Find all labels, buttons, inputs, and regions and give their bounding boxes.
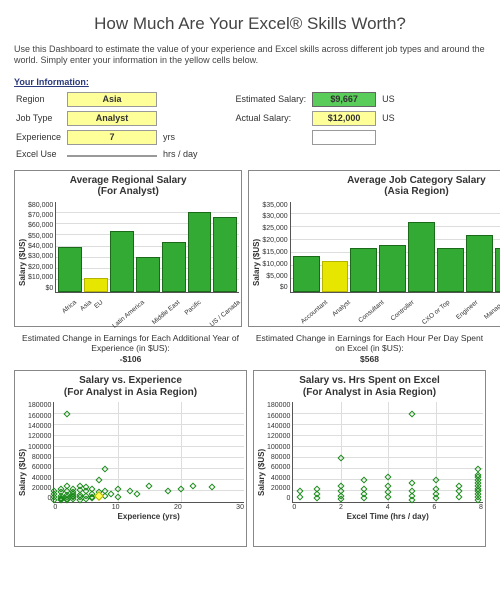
data-point <box>133 491 140 498</box>
bar <box>495 248 500 292</box>
intro-text: Use this Dashboard to estimate the value… <box>14 44 486 67</box>
scatter-exp-ylabel: Salary ($US) <box>17 402 28 542</box>
bar <box>350 248 377 292</box>
exceluse-unit: hrs / day <box>163 148 202 160</box>
bar <box>188 212 212 292</box>
chart-salary-vs-experience: Salary vs. Experience (For Analyst in As… <box>14 370 247 547</box>
chart-salary-vs-excel: Salary vs. Hrs Spent on Excel (For Analy… <box>253 370 486 547</box>
data-point <box>456 493 463 500</box>
exp-delta-note: Estimated Change in Earnings for Each Ad… <box>14 333 247 365</box>
data-point <box>114 493 121 500</box>
act-salary-input[interactable]: $12,000 <box>312 111 376 126</box>
blank-cell[interactable] <box>312 130 376 145</box>
scatter-exp-title-2: (For Analyst in Asia Region) <box>17 387 244 399</box>
data-point <box>432 477 439 484</box>
data-point <box>408 410 415 417</box>
chart-regional-ylabel: Salary ($US) <box>17 202 28 322</box>
experience-unit: yrs <box>163 129 202 146</box>
bar <box>466 235 493 292</box>
data-point <box>146 482 153 489</box>
bar <box>58 247 82 292</box>
chart-regional-title-1: Average Regional Salary <box>17 175 239 187</box>
chart-regional-salary: Average Regional Salary (For Analyst) Sa… <box>14 170 242 327</box>
bar <box>110 231 134 292</box>
jobtype-label: Job Type <box>16 110 65 127</box>
exceluse-label: Excel Use <box>16 148 65 160</box>
chart-jobcat-salary: Average Job Category Salary (Asia Region… <box>248 170 500 327</box>
data-point <box>408 479 415 486</box>
data-point <box>95 477 102 484</box>
jobtype-input[interactable]: Analyst <box>67 111 157 126</box>
exceluse-input[interactable] <box>67 155 157 157</box>
data-point <box>337 454 344 461</box>
chart-jobcat-title-1: Average Job Category Salary <box>251 175 500 187</box>
data-point <box>385 482 392 489</box>
page-title: How Much Are Your Excel® Skills Worth? <box>14 14 486 34</box>
bar <box>84 278 108 292</box>
scatter-exp-title-1: Salary vs. Experience <box>17 375 244 387</box>
data-point <box>361 477 368 484</box>
act-salary-unit: US <box>382 110 399 127</box>
region-label: Region <box>16 91 65 108</box>
chart-jobcat-ylabel: Salary ($US) <box>251 202 262 322</box>
scatter-excel-title-1: Salary vs. Hrs Spent on Excel <box>256 375 483 387</box>
data-point <box>297 493 304 500</box>
excel-delta-note: Estimated Change in Earnings for Each Ho… <box>253 333 486 365</box>
est-salary-value: $9,667 <box>312 92 376 107</box>
bar <box>136 257 160 292</box>
data-point <box>165 488 172 495</box>
bar <box>162 242 186 292</box>
est-salary-label: Estimated Salary: <box>236 91 311 108</box>
scatter-excel-xlabel: Excel Time (hrs / day) <box>292 512 483 521</box>
bar <box>322 261 349 292</box>
bar <box>293 256 320 292</box>
excel-delta-value: $568 <box>253 354 486 365</box>
chart-regional-title-2: (For Analyst) <box>17 186 239 198</box>
bar <box>213 217 237 291</box>
act-salary-label: Actual Salary: <box>236 110 311 127</box>
data-point <box>190 482 197 489</box>
data-point <box>63 410 70 417</box>
data-point <box>475 466 482 473</box>
region-input[interactable]: Asia <box>67 92 157 107</box>
scatter-excel-ylabel: Salary ($US) <box>256 402 267 542</box>
scatter-excel-title-2: (For Analyst in Asia Region) <box>256 387 483 399</box>
bar <box>408 222 435 291</box>
your-info-header: Your Information: <box>14 77 486 87</box>
chart-jobcat-title-2: (Asia Region) <box>251 186 500 198</box>
outputs-table: Estimated Salary: $9,667 US Actual Salar… <box>234 89 401 150</box>
scatter-exp-xlabel: Experience (yrs) <box>53 512 244 521</box>
bar <box>379 245 406 291</box>
inputs-table: Region Asia Job Type Analyst Experience … <box>14 89 204 162</box>
data-point <box>456 482 463 489</box>
exp-delta-value: -$106 <box>14 354 247 365</box>
bar <box>437 248 464 292</box>
experience-label: Experience <box>16 129 65 146</box>
experience-input[interactable]: 7 <box>67 130 157 145</box>
data-point <box>101 466 108 473</box>
est-salary-unit: US <box>382 91 399 108</box>
